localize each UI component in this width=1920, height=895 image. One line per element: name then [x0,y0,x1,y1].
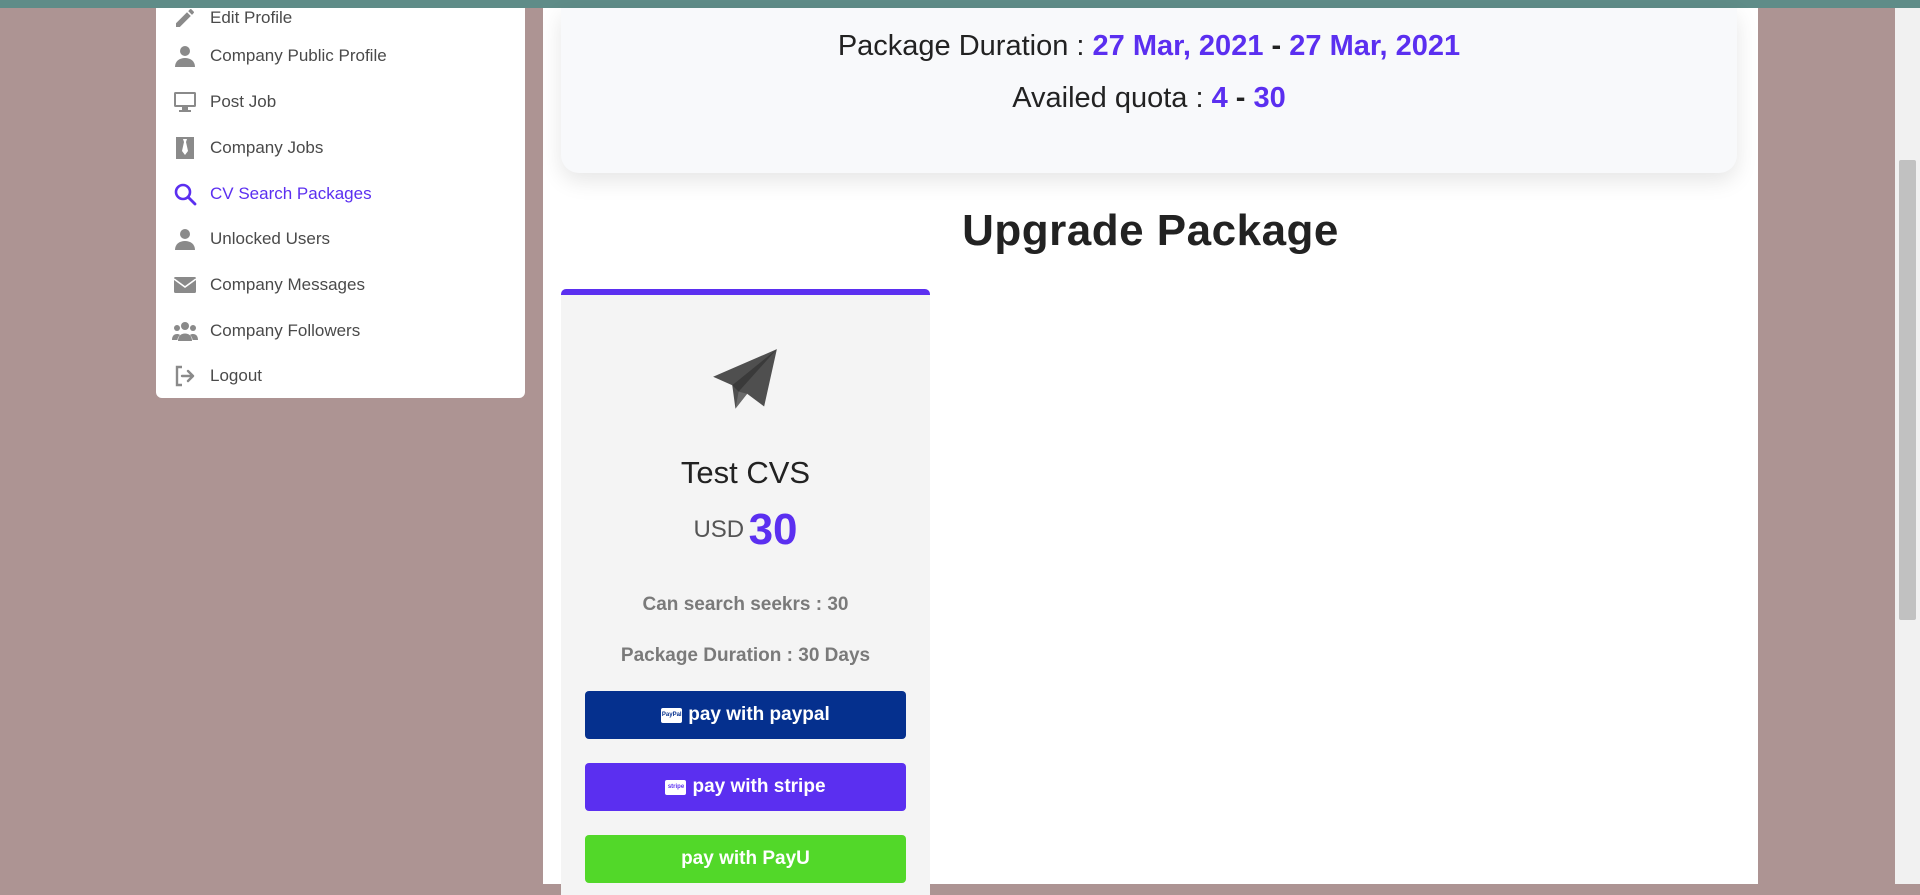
package-currency: USD [693,516,745,543]
sidebar-item-company-public-profile[interactable]: Company Public Profile [156,36,525,76]
pay-with-stripe-button[interactable]: stripe pay with stripe [585,763,906,811]
browser-top-strip [0,0,1920,8]
availed-quota-label: Availed quota : [1012,82,1204,114]
package-feature-search: Can search seekrs : 30 [642,594,849,615]
sidebar-item-label: Post Job [210,92,277,111]
sidebar-item-post-job[interactable]: Post Job [156,82,525,122]
sidebar-item-label: CV Search Packages [210,184,372,203]
package-feature-duration: Package Duration : 30 Days [620,645,871,666]
sidebar-item-company-jobs[interactable]: Company Jobs [156,128,525,168]
pay-with-paypal-button[interactable]: PayPal pay with paypal [585,691,906,739]
package-duration-line: Package Duration : 27 Mar, 2021 - 27 Mar… [561,30,1737,63]
pencil-icon [172,8,198,30]
quota-separator: - [1235,82,1246,114]
scrollbar-thumb[interactable] [1899,160,1916,620]
stripe-logo-icon: stripe [665,779,687,795]
sidebar-item-unlocked-users[interactable]: Unlocked Users [156,219,525,259]
pay-with-stripe-label: pay with stripe [692,776,826,797]
package-start-date: 27 Mar, 2021 [1092,30,1264,62]
date-separator: - [1271,30,1282,62]
package-name: Test CVS [680,455,811,490]
users-icon [172,319,198,343]
sidebar-item-label: Company Jobs [210,138,324,157]
sidebar-item-cv-search-packages[interactable]: CV Search Packages [156,174,525,214]
monitor-icon [172,90,198,114]
package-duration-label: Package Duration : [837,30,1085,62]
sidebar-item-company-followers[interactable]: Company Followers [156,311,525,351]
availed-quota-line: Availed quota : 4 - 30 [561,82,1737,115]
package-card: Test CVS USD 30 Can search seekrs : 30 P… [561,289,930,895]
sidebar-item-company-messages[interactable]: Company Messages [156,265,525,305]
pay-with-paypal-label: pay with paypal [688,704,830,725]
current-package-card: Package Duration : 27 Mar, 2021 - 27 Mar… [561,8,1737,173]
sidebar-item-label: Logout [210,366,262,385]
upgrade-package-title: Upgrade Package [962,206,1339,255]
sidebar-item-label: Unlocked Users [210,229,330,248]
sidebar-item-label: Edit Profile [210,8,293,27]
user-icon [172,44,198,68]
package-price: 30 [748,505,798,554]
user-icon [172,227,198,251]
envelope-icon [172,273,198,297]
sidebar-item-label: Company Followers [210,321,361,340]
package-end-date: 27 Mar, 2021 [1289,30,1461,62]
package-price-row: USD 30 [561,505,930,555]
search-icon [172,182,198,206]
page-scrollbar[interactable] [1895,8,1920,884]
sign-out-icon [172,364,198,388]
pay-with-payu-button[interactable]: pay with PayU [585,835,906,883]
quota-used: 4 [1211,82,1228,114]
sidebar-item-logout[interactable]: Logout [156,356,525,396]
pay-with-payu-label: pay with PayU [681,848,810,869]
quota-total: 30 [1253,82,1286,114]
sidebar-item-label: Company Messages [210,275,365,294]
paypal-logo-icon: PayPal [661,707,683,723]
briefcase-icon [172,136,198,160]
paper-plane-icon [711,347,779,415]
main-content: Package Duration : 27 Mar, 2021 - 27 Mar… [543,8,1758,895]
dashboard-sidebar: Edit Profile Company Public Profile Post… [156,8,525,398]
sidebar-item-edit-profile[interactable]: Edit Profile [156,8,525,38]
sidebar-item-label: Company Public Profile [210,46,387,65]
